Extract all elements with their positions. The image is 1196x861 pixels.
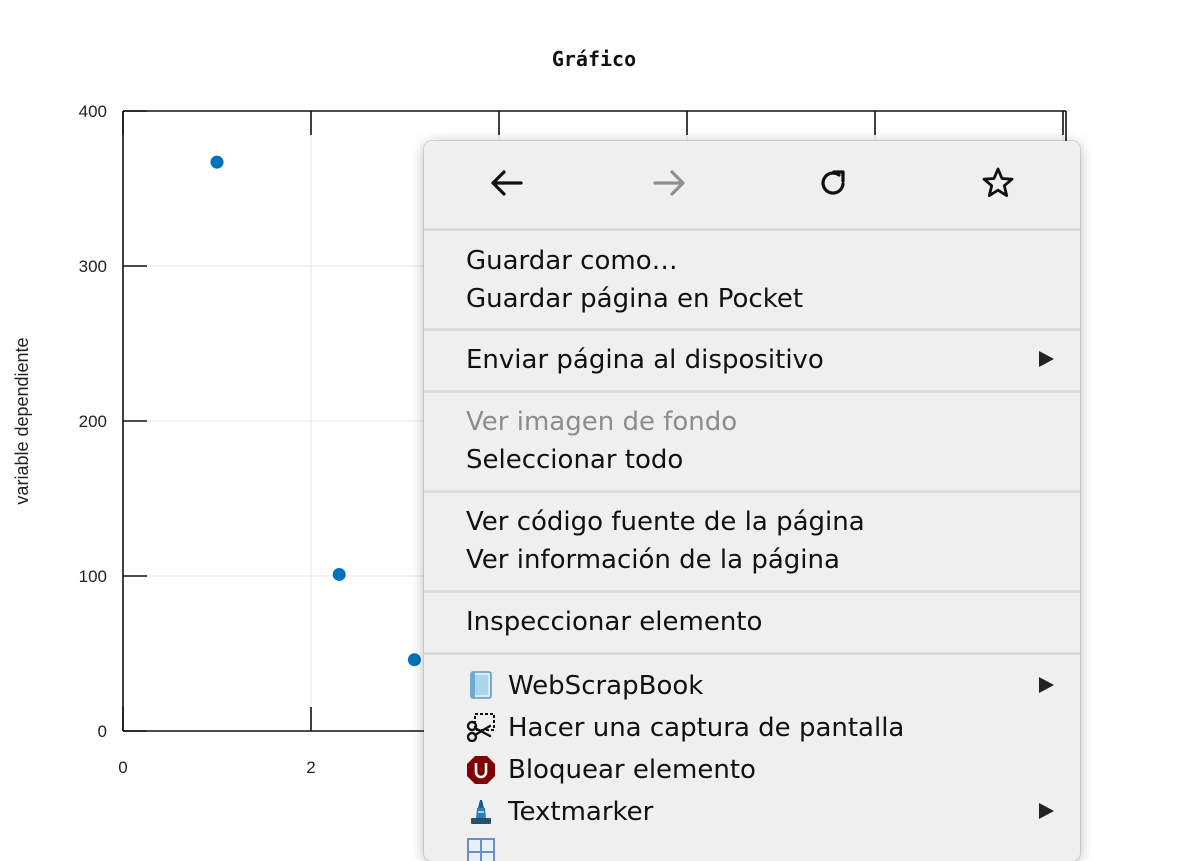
forward-button[interactable] xyxy=(650,163,690,203)
menu-item-inspect-element[interactable]: Inspeccionar elemento xyxy=(466,603,762,641)
context-menu: Guardar como… Guardar página en Pocket E… xyxy=(424,141,1080,861)
ublock-icon xyxy=(467,756,495,784)
arrow-left-icon xyxy=(491,170,523,196)
submenu-arrow-icon xyxy=(1039,803,1054,819)
grid-icon xyxy=(467,838,495,861)
menu-item-select-all[interactable]: Seleccionar todo xyxy=(466,441,683,479)
y-tick-label: 0 xyxy=(98,722,107,741)
y-tick-label: 200 xyxy=(79,412,107,431)
menu-item-label: Hacer una captura de pantalla xyxy=(508,713,905,743)
submenu-arrow-icon xyxy=(1039,351,1054,367)
menu-item-label: Bloquear elemento xyxy=(508,755,756,785)
star-icon xyxy=(982,167,1014,197)
x-tick-label: 0 xyxy=(118,758,127,777)
menu-separator xyxy=(424,652,1080,655)
menu-item-view-background-image: Ver imagen de fondo xyxy=(466,407,738,437)
x-tick-label: 2 xyxy=(306,758,315,777)
menu-separator xyxy=(424,228,1080,231)
data-points xyxy=(210,155,421,667)
y-tick-label: 400 xyxy=(79,102,107,121)
reload-icon xyxy=(821,170,845,195)
menu-item-label: WebScrapBook xyxy=(508,671,704,701)
webscrapbook-icon xyxy=(470,671,492,699)
menu-separator xyxy=(424,490,1080,493)
back-button[interactable] xyxy=(486,163,526,203)
arrow-right-icon xyxy=(653,170,685,196)
data-point xyxy=(407,653,421,667)
menu-item-send-to-device[interactable]: Enviar página al dispositivo xyxy=(466,341,824,379)
menu-item-label: Textmarker xyxy=(508,797,654,827)
menu-item-save-to-pocket[interactable]: Guardar página en Pocket xyxy=(466,280,803,318)
chart-title: Gráfico xyxy=(552,47,636,71)
menu-separator xyxy=(424,328,1080,331)
highlighter-icon xyxy=(471,800,491,824)
reload-button[interactable] xyxy=(814,163,854,203)
data-point xyxy=(332,567,346,581)
menu-separator xyxy=(424,390,1080,393)
y-axis-label: variable dependiente xyxy=(12,337,32,504)
menu-separator xyxy=(424,590,1080,593)
y-tick-label: 100 xyxy=(79,567,107,586)
menu-item-view-source[interactable]: Ver código fuente de la página xyxy=(466,503,865,541)
menu-item-save-as[interactable]: Guardar como… xyxy=(466,242,678,280)
bookmark-button[interactable] xyxy=(978,163,1018,203)
data-point xyxy=(210,155,224,169)
y-tick-label: 300 xyxy=(79,257,107,276)
menu-item-view-page-info[interactable]: Ver información de la página xyxy=(466,541,840,579)
scissors-screenshot-icon xyxy=(466,713,495,742)
navigation-row xyxy=(424,141,1080,227)
submenu-arrow-icon xyxy=(1039,677,1054,693)
